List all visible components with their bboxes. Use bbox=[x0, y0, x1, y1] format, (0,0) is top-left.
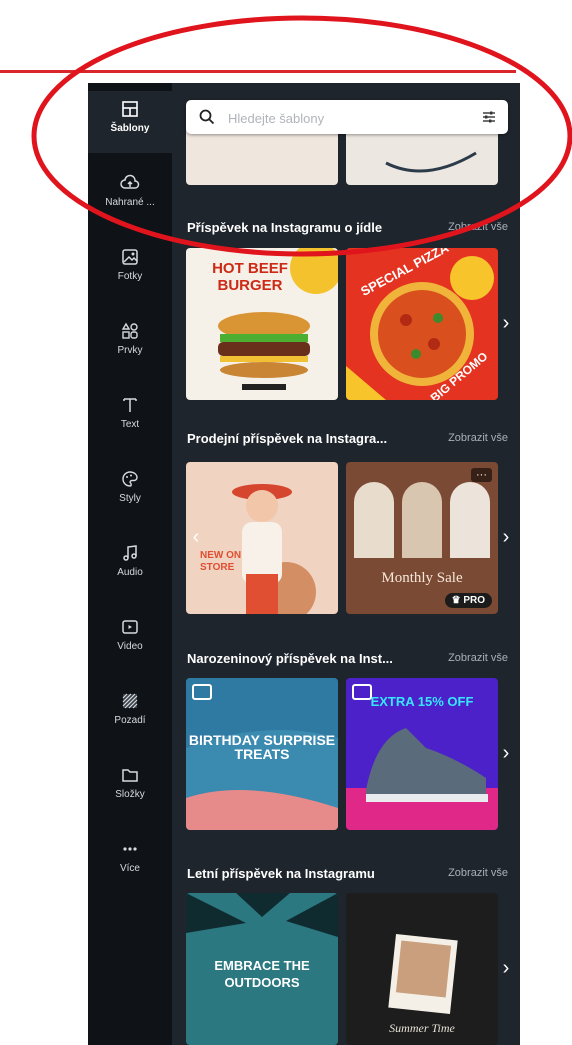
section-title: Prodejní příspěvek na Instagra... bbox=[187, 431, 388, 446]
template-thumbnail[interactable]: HOT BEEF BURGER bbox=[186, 248, 338, 400]
pro-badge-label: PRO bbox=[463, 595, 485, 606]
cloud-upload-icon bbox=[120, 174, 140, 189]
search-icon bbox=[199, 109, 215, 125]
more-dots-icon bbox=[123, 847, 137, 851]
sidebar-item-label: Video bbox=[117, 641, 143, 652]
sidebar-item-label: Styly bbox=[119, 493, 141, 504]
template-thumbnail[interactable]: Summer Time bbox=[346, 893, 498, 1045]
editor-panel: Šablony Nahrané ... Fotky Prvky Text Sty… bbox=[88, 83, 520, 1045]
template-thumbnail[interactable]: Monthly Sale ··· ♛ PRO bbox=[346, 462, 498, 614]
sidebar-item-folders[interactable]: Složky bbox=[88, 757, 172, 819]
search-input[interactable] bbox=[226, 108, 460, 128]
shapes-icon bbox=[121, 322, 138, 339]
chevron-right-icon[interactable]: › bbox=[498, 741, 514, 765]
video-indicator-icon bbox=[192, 684, 212, 700]
sidebar-item-uploads[interactable]: Nahrané ... bbox=[88, 165, 172, 227]
sidebar-item-background[interactable]: Pozadí bbox=[88, 683, 172, 745]
pro-badge: ♛ PRO bbox=[444, 593, 492, 608]
card-headline: Summer Time bbox=[389, 1021, 455, 1035]
sale-arches-illustration bbox=[354, 482, 490, 558]
filter-sliders-icon[interactable] bbox=[481, 109, 497, 125]
chevron-right-icon[interactable]: › bbox=[498, 956, 514, 980]
sidebar-item-elements[interactable]: Prvky bbox=[88, 313, 172, 375]
sidebar-item-text[interactable]: Text bbox=[88, 387, 172, 449]
fashion-photo-illustration bbox=[232, 484, 316, 614]
sidebar-item-styles[interactable]: Styly bbox=[88, 461, 172, 523]
sidebar-item-audio[interactable]: Audio bbox=[88, 535, 172, 597]
section-title: Příspěvek na Instagramu o jídle bbox=[187, 220, 383, 235]
sidebar-item-video[interactable]: Video bbox=[88, 609, 172, 671]
card-headline: BIRTHDAY SURPRISE TREATS bbox=[188, 732, 336, 762]
folder-icon bbox=[122, 769, 138, 782]
template-thumbnail[interactable]: EMBRACE THE OUTDOORS bbox=[186, 893, 338, 1045]
chevron-left-icon[interactable]: ‹ bbox=[188, 525, 204, 549]
section-title: Letní příspěvek na Instagramu bbox=[187, 866, 375, 881]
section-title: Narozeninový příspěvek na Inst... bbox=[187, 651, 393, 666]
sidebar-item-label: Nahrané ... bbox=[105, 197, 155, 208]
sidebar-item-label: Prvky bbox=[117, 345, 143, 356]
sidebar-item-label: Fotky bbox=[117, 271, 143, 282]
search-bar bbox=[186, 100, 508, 134]
template-thumbnail[interactable]: EXTRA 15% OFF bbox=[346, 678, 498, 830]
show-all-link[interactable]: Zobrazit vše bbox=[448, 432, 508, 444]
sidebar-rail: Šablony Nahrané ... Fotky Prvky Text Sty… bbox=[88, 83, 172, 1045]
sidebar-item-label: Více bbox=[119, 863, 140, 874]
sidebar-item-photos[interactable]: Fotky bbox=[88, 239, 172, 301]
card-headline: NEW ON STORE bbox=[200, 550, 242, 573]
video-icon bbox=[122, 620, 138, 634]
sidebar-item-label: Složky bbox=[115, 789, 145, 800]
text-icon bbox=[123, 398, 137, 412]
chevron-right-icon[interactable]: › bbox=[498, 311, 514, 335]
template-thumbnail[interactable]: BIRTHDAY SURPRISE TREATS bbox=[186, 678, 338, 830]
show-all-link[interactable]: Zobrazit vše bbox=[448, 652, 508, 664]
music-note-icon bbox=[123, 545, 137, 561]
more-options-icon[interactable]: ··· bbox=[471, 468, 492, 482]
sidebar-item-templates[interactable]: Šablony bbox=[88, 91, 172, 153]
card-headline: EXTRA 15% OFF bbox=[370, 694, 474, 709]
pizza-illustration bbox=[346, 256, 494, 400]
palette-icon bbox=[122, 471, 138, 487]
sidebar-item-more[interactable]: Více bbox=[88, 831, 172, 893]
show-all-link[interactable]: Zobrazit vše bbox=[448, 867, 508, 879]
red-annotation-line bbox=[0, 70, 516, 73]
template-thumbnail[interactable]: SPECIAL PIZZA BIG PROMO bbox=[346, 248, 498, 400]
card-headline: EMBRACE THE OUTDOORS bbox=[214, 958, 310, 990]
show-all-link[interactable]: Zobrazit vše bbox=[448, 221, 508, 233]
pattern-icon bbox=[122, 693, 138, 709]
sidebar-item-label: Pozadí bbox=[114, 715, 146, 726]
sidebar-item-label: Text bbox=[120, 419, 140, 430]
photo-icon bbox=[122, 249, 138, 265]
sidebar-item-label: Audio bbox=[117, 567, 143, 578]
card-headline: Monthly Sale bbox=[381, 570, 463, 586]
template-grid-icon bbox=[122, 101, 138, 117]
card-headline: HOT BEEF BURGER bbox=[212, 260, 288, 294]
chevron-right-icon[interactable]: › bbox=[498, 525, 514, 549]
sidebar-item-label: Šablony bbox=[110, 123, 150, 134]
template-thumbnail[interactable]: NEW ON STORE bbox=[186, 462, 338, 614]
